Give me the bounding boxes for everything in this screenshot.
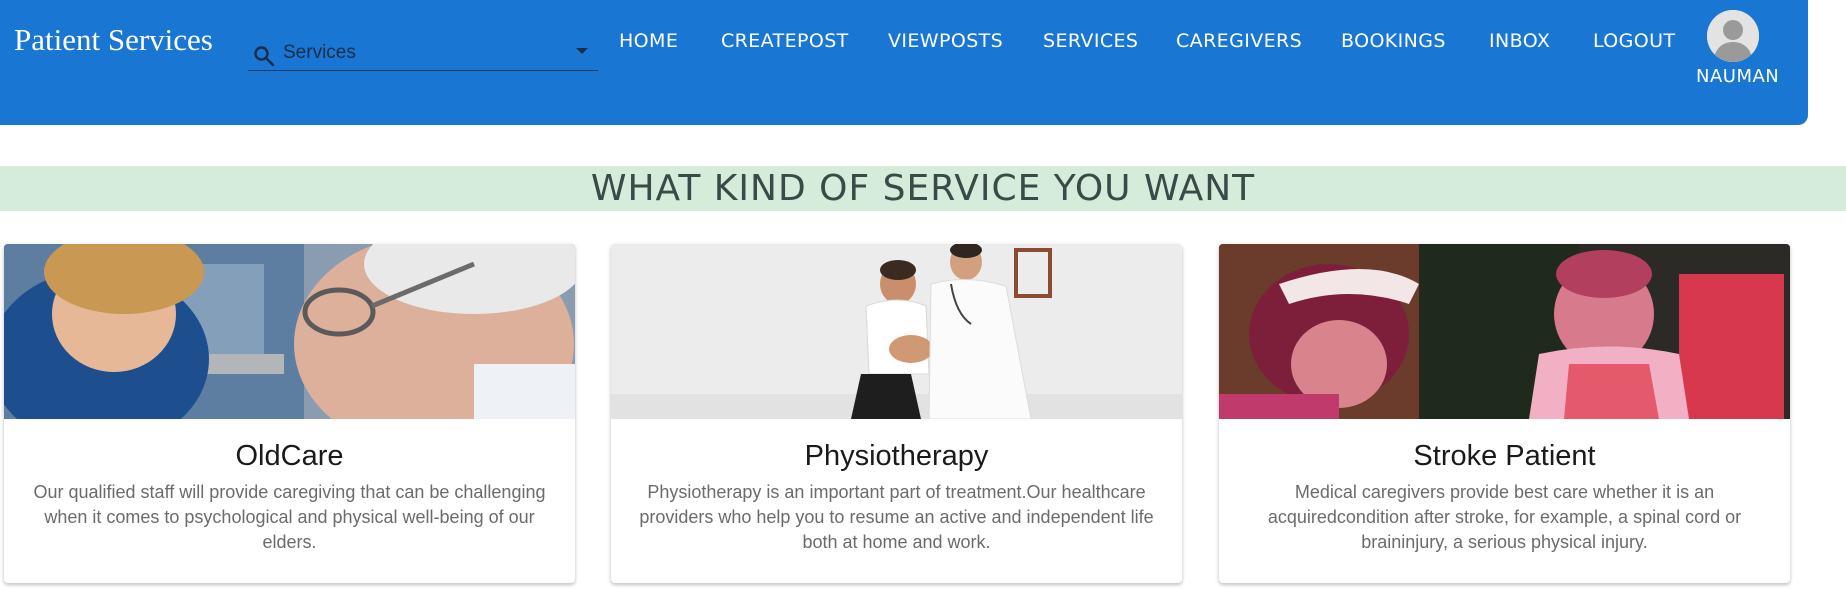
- nav-viewposts[interactable]: VIEWPOSTS: [888, 30, 1003, 52]
- service-description: Physiotherapy is an important part of tr…: [639, 482, 1154, 552]
- nav-createpost[interactable]: CREATEPOST: [721, 30, 849, 52]
- service-card-oldcare[interactable]: OldCare Our qualified staff will provide…: [4, 244, 575, 583]
- stroke-patient-photo: [1219, 244, 1790, 419]
- physiotherapy-photo: [611, 244, 1182, 419]
- user-avatar-icon[interactable]: [1707, 10, 1759, 62]
- oldcare-photo: [4, 244, 575, 419]
- section-banner: WHAT KIND OF SERVICE YOU WANT: [0, 166, 1846, 211]
- search-icon: [254, 46, 275, 67]
- service-description: Our qualified staff will provide caregiv…: [33, 482, 546, 552]
- search-input[interactable]: [283, 40, 553, 66]
- section-title: WHAT KIND OF SERVICE YOU WANT: [590, 168, 1256, 209]
- nav-services[interactable]: SERVICES: [1043, 30, 1138, 52]
- dropdown-caret-icon[interactable]: [576, 48, 588, 54]
- nav-inbox[interactable]: INBOX: [1489, 30, 1550, 52]
- nav-bookings[interactable]: BOOKINGS: [1341, 30, 1446, 52]
- nav-logout[interactable]: LOGOUT: [1593, 30, 1675, 52]
- brand-title[interactable]: Patient Services: [14, 22, 213, 58]
- nav-home[interactable]: HOME: [619, 30, 678, 52]
- service-search[interactable]: [248, 36, 598, 71]
- service-card-stroke-patient[interactable]: Stroke Patient Medical caregivers provid…: [1219, 244, 1790, 583]
- nav-caregivers[interactable]: CAREGIVERS: [1176, 30, 1302, 52]
- service-title: Stroke Patient: [1413, 440, 1596, 472]
- user-name: NAUMAN: [1696, 66, 1780, 87]
- service-description: Medical caregivers provide best care whe…: [1267, 482, 1742, 552]
- service-title: Physiotherapy: [804, 440, 989, 472]
- service-card-physiotherapy[interactable]: Physiotherapy Physiotherapy is an import…: [611, 244, 1182, 583]
- app-bar: Patient Services HOME CREATEPOST VIEWPOS…: [0, 0, 1808, 125]
- service-title: OldCare: [235, 440, 344, 472]
